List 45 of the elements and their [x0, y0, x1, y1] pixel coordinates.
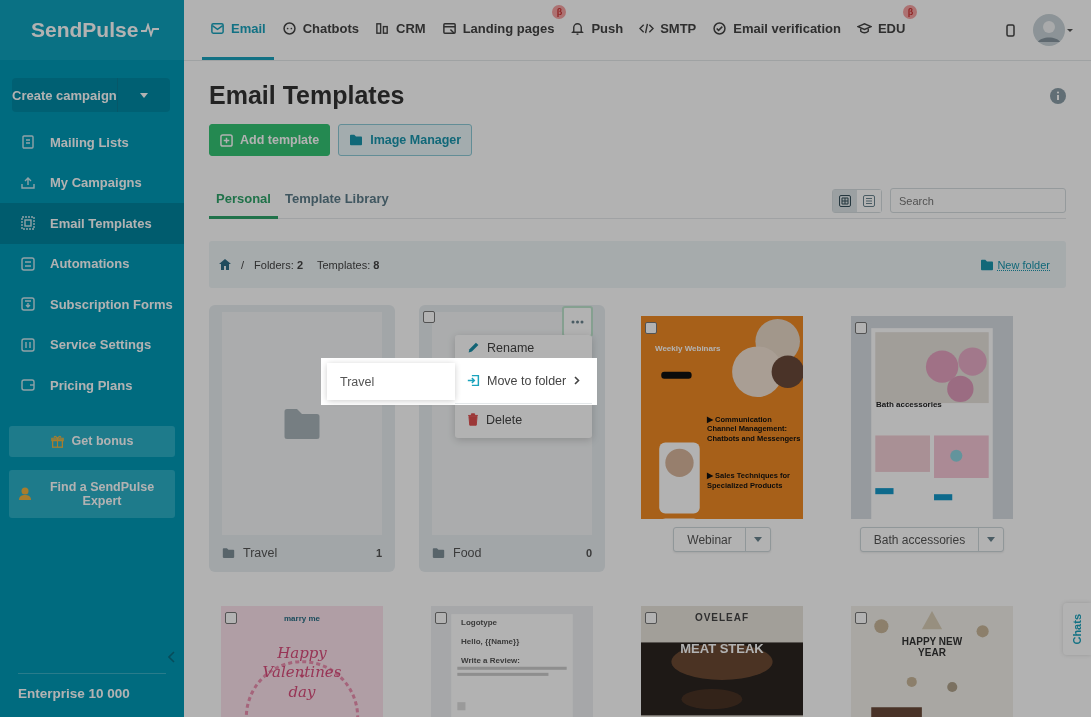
breadcrumb-separator: / [241, 258, 245, 271]
beta-badge: β [903, 5, 918, 19]
preview-text: Bath accessories [876, 400, 942, 409]
folder-name: Food [453, 546, 482, 560]
nav-tab[interactable]: Chatbots [273, 0, 368, 60]
preview-text: Hello, {{Name}} [461, 637, 520, 646]
tab[interactable]: Template Library [277, 191, 396, 219]
plan-name: Enterprise 10 000 [18, 673, 166, 717]
folder-name: Travel [243, 546, 278, 560]
search-field[interactable]: Search [890, 188, 1066, 213]
new-folder-link[interactable]: New folder [980, 258, 1050, 271]
create-campaign-button[interactable]: Create campaign [12, 78, 170, 112]
logo[interactable]: SendPulse [0, 0, 184, 60]
nav-tab[interactable]: Email [202, 0, 274, 60]
sidebar-item[interactable]: My Campaigns [0, 162, 184, 203]
nav-tab[interactable]: SMTP [631, 0, 705, 60]
sidebar-item[interactable]: Service Settings [0, 324, 184, 365]
preview-text: marry me [284, 613, 320, 625]
preview-text: Write a Review: [461, 656, 520, 665]
template-name-button[interactable]: Webinar [673, 527, 771, 552]
submenu-item[interactable]: Travel [327, 363, 455, 400]
sidebar-item[interactable]: Pricing Plans [0, 365, 184, 406]
beta-badge: β [552, 5, 567, 19]
chats-tab[interactable]: Chats [1063, 603, 1091, 655]
page-title: Email Templates [209, 81, 405, 110]
preview-text: MEAT STEAK [680, 641, 764, 656]
image-manager-button[interactable]: Image Manager [338, 124, 473, 156]
folder-count: 0 [585, 547, 592, 559]
menu-item[interactable]: Rename [455, 337, 592, 358]
nav-tab[interactable]: Email verification [704, 0, 849, 60]
sidebar-item[interactable]: Email Templates [0, 203, 184, 244]
templates-count: Templates: 8 [317, 258, 380, 271]
menu-item[interactable]: Delete [455, 404, 592, 435]
preview-text: HAPPY NEW YEAR [900, 636, 964, 658]
nav-tab[interactable]: CRM [367, 0, 434, 60]
preview-text: OVELEAF [694, 612, 750, 623]
folders-count: Folders: 2 [254, 258, 303, 271]
preview-text: Weekly Webinars [655, 344, 721, 353]
preview-text: Happy Valentines day [262, 642, 342, 703]
folder-count: 1 [375, 547, 382, 559]
tab[interactable]: Personal [209, 191, 278, 219]
template-name-button[interactable]: Bath accessories [859, 527, 1005, 552]
sidebar-item[interactable]: Mailing Lists [0, 122, 184, 163]
sidebar-item[interactable]: Subscription Forms [0, 284, 184, 325]
preview-text: Logotype [461, 618, 497, 627]
